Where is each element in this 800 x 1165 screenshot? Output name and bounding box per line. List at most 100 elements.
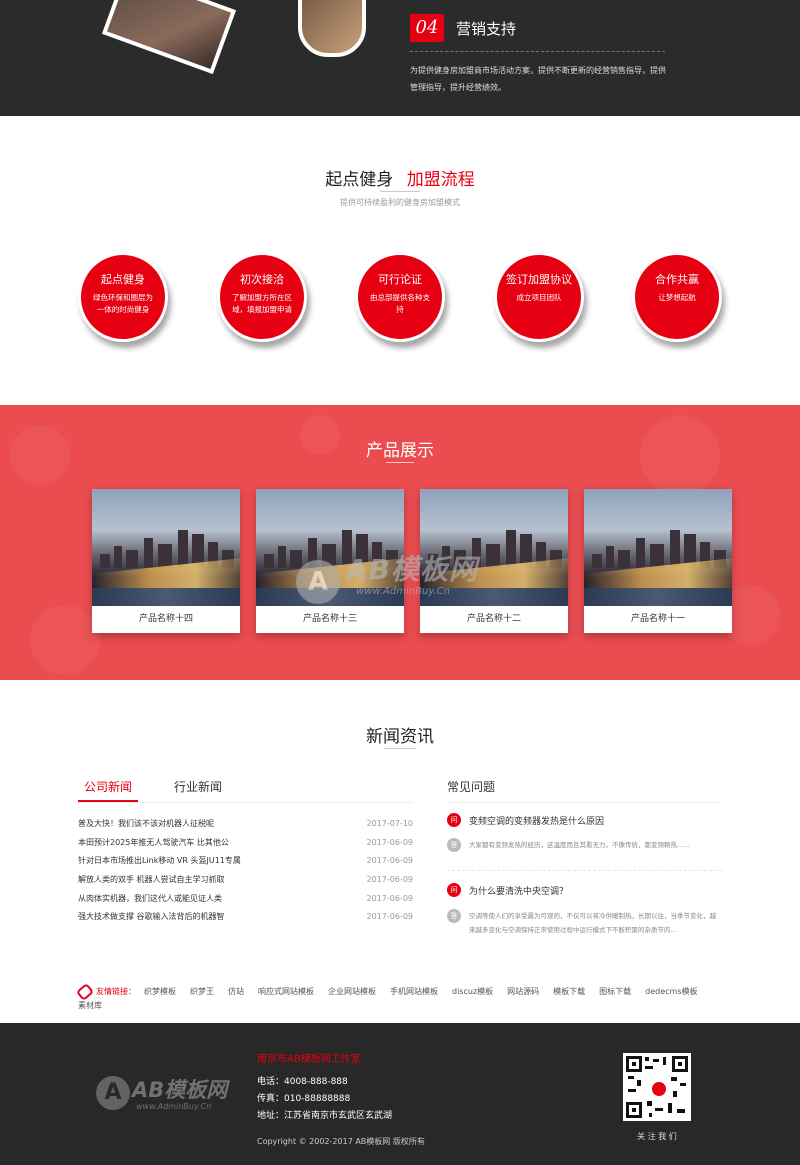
faq-separator <box>447 870 722 871</box>
product-card[interactable]: 产品名称十一 <box>584 489 732 633</box>
footer-logo-url: www.AdminBuy.Cn <box>136 1102 212 1111</box>
friend-link[interactable]: 织梦王 <box>190 987 214 996</box>
news-list-item[interactable]: 针对日本市场推出Link移动 VR 头盔JU11专属 2017-06-09 <box>78 852 413 870</box>
news-item-date: 2017-06-09 <box>366 894 414 903</box>
process-title-divider <box>380 191 420 192</box>
news-item-title[interactable]: 本田预计2025年推无人驾驶汽车 比其他公 <box>78 838 229 847</box>
news-item-date: 2017-06-09 <box>366 838 414 847</box>
marketing-banner <box>0 0 800 116</box>
marketing-description: 为提供健身房加盟商市场活动方案，提供不断更新的经营销售指导，提供管理指导，提升经… <box>410 66 666 92</box>
footer-fax: 传真：010-88888888 <box>257 1094 351 1104</box>
friend-link[interactable]: 模板下载 <box>553 987 585 996</box>
product-title: 产品展示 <box>366 441 434 461</box>
news-item-title[interactable]: 从肉体实机器，我们这代人或能见证人类 <box>78 894 222 903</box>
process-step-5[interactable]: 合作共赢 让梦想起航 <box>632 252 722 342</box>
process-step-3[interactable]: 可行论证 由总部提供各种支持 <box>355 252 445 342</box>
faq-answer: 大家都有变频发热的经历，这温度而且其看无力，不像传统，都变频颗热...... <box>469 841 690 849</box>
banner-photo <box>101 0 237 75</box>
news-item-title[interactable]: 普及大快！我们该不该对机器人征税呢 <box>78 819 214 828</box>
question-icon: 问 <box>447 813 461 827</box>
link-icon <box>75 982 95 1001</box>
process-step-desc: 了解加盟方所在区域，填报加盟申请 <box>232 293 292 314</box>
news-list-item[interactable]: 从肉体实机器，我们这代人或能见证人类 2017-06-09 <box>78 890 413 908</box>
process-step-desc: 绿色环保和圈层为一体的时尚健身 <box>93 293 153 314</box>
watermark-logo-icon: A <box>296 560 340 604</box>
footer-phone: 电话：4008-888-888 <box>257 1077 348 1087</box>
friend-link[interactable]: 素材库 <box>78 1001 102 1010</box>
process-title-accent: 加盟流程 <box>406 170 475 190</box>
process-step-title: 起点健身 <box>101 273 145 286</box>
friend-links: 友情链接： 织梦模板 织梦王 仿站 响应式网站模板 企业网站模板 手机网站模板 discuz模… <box>75 982 718 1013</box>
friend-link[interactable]: dedecms模板 <box>645 987 697 996</box>
footer-logo[interactable]: A AB模板网 www.AdminBuy.Cn <box>96 1076 246 1116</box>
answer-icon: 答 <box>447 838 461 852</box>
friend-link[interactable]: 网站源码 <box>507 987 539 996</box>
qr-caption: 关 注 我 们 <box>637 1132 677 1141</box>
process-title-main: 起点健身 <box>325 170 394 190</box>
watermark-logo: A AB模板网 www.AdminBuy.Cn <box>296 548 506 618</box>
news-item-date: 2017-06-09 <box>366 912 414 921</box>
news-list-item[interactable]: 普及大快！我们该不该对机器人征税呢 2017-07-10 <box>78 815 413 833</box>
process-step-desc: 由总部提供各种支持 <box>370 293 430 314</box>
tab-industry-news[interactable]: 行业新闻 <box>174 778 222 795</box>
faq-question[interactable]: 变频空调的变频器发热是什么原因 <box>469 814 604 827</box>
news-list-item[interactable]: 本田预计2025年推无人驾驶汽车 比其他公 2017-06-09 <box>78 834 413 852</box>
process-title: 起点健身 加盟流程 <box>0 165 800 190</box>
watermark-brand: AB模板网 <box>346 553 479 586</box>
tab-rule <box>78 802 413 803</box>
process-step-title: 签订加盟协议 <box>506 273 572 286</box>
answer-icon: 答 <box>447 909 461 923</box>
news-title-divider <box>384 748 416 749</box>
friend-link[interactable]: 企业网站模板 <box>328 987 376 996</box>
footer-copyright: Copyright © 2002-2017 AB模板网 版权所有 <box>257 1137 425 1146</box>
news-item-date: 2017-06-09 <box>366 856 414 865</box>
process-step-title: 可行论证 <box>378 273 422 286</box>
process-step-1[interactable]: 起点健身 绿色环保和圈层为一体的时尚健身 <box>78 252 168 342</box>
news-list-item[interactable]: 解放人类的双手 机器人尝试自主学习抓取 2017-06-09 <box>78 871 413 889</box>
product-image[interactable] <box>92 489 240 606</box>
product-title-divider <box>386 462 414 463</box>
news-item-title[interactable]: 强大技术做支撑 谷歌输入法背后的机器智 <box>78 912 225 921</box>
friend-link[interactable]: 响应式网站模板 <box>258 987 314 996</box>
friend-link[interactable]: 图标下载 <box>599 987 631 996</box>
process-step-desc: 让梦想起航 <box>658 293 696 302</box>
footer-logo-icon: A <box>96 1076 130 1110</box>
product-name[interactable]: 产品名称十四 <box>92 606 240 633</box>
tab-active-indicator <box>78 800 138 802</box>
process-step-4[interactable]: 签订加盟协议 成立项目团队 <box>494 252 584 342</box>
faq-answer: 空调等使人们的享受最为可观的，不仅可以将冷供暖制热，长期以往，当季节变化，越来越… <box>469 912 716 934</box>
friend-link[interactable]: 仿站 <box>228 987 244 996</box>
marketing-divider <box>410 51 665 52</box>
faq-rule <box>447 802 722 803</box>
watermark-url: www.AdminBuy.Cn <box>356 586 450 597</box>
qr-center-logo <box>650 1080 668 1098</box>
friend-link[interactable]: 织梦模板 <box>144 987 176 996</box>
product-image[interactable] <box>584 489 732 606</box>
friend-link[interactable]: discuz模板 <box>452 987 493 996</box>
process-step-title: 初次接洽 <box>240 273 284 286</box>
friend-link[interactable]: 手机网站模板 <box>390 987 438 996</box>
question-icon: 问 <box>447 883 461 897</box>
marketing-number-badge: 04 <box>410 14 444 42</box>
marketing-title: 营销支持 <box>456 20 517 38</box>
process-subtitle: 提供可持续盈利的健身房加盟模式 <box>340 198 460 207</box>
news-item-title[interactable]: 针对日本市场推出Link移动 VR 头盔JU11专属 <box>78 856 241 865</box>
friend-links-label: 友情链接： <box>96 987 136 996</box>
news-item-title[interactable]: 解放人类的双手 机器人尝试自主学习抓取 <box>78 875 225 884</box>
footer-logo-text: AB模板网 <box>132 1078 228 1102</box>
tab-company-news[interactable]: 公司新闻 <box>84 778 132 795</box>
product-name[interactable]: 产品名称十一 <box>584 606 732 633</box>
news-title: 新闻资讯 <box>366 727 434 747</box>
faq-question[interactable]: 为什么要清洗中央空调？ <box>469 884 568 897</box>
news-item-date: 2017-07-10 <box>366 819 414 828</box>
footer-company: 南京市AB模板网工作室 <box>257 1054 361 1065</box>
process-step-title: 合作共赢 <box>655 273 699 286</box>
process-step-2[interactable]: 初次接洽 了解加盟方所在区域，填报加盟申请 <box>217 252 307 342</box>
banner-photo-small <box>298 0 366 57</box>
faq-title: 常见问题 <box>447 780 496 794</box>
product-card[interactable]: 产品名称十四 <box>92 489 240 633</box>
news-item-date: 2017-06-09 <box>366 875 414 884</box>
news-list-item[interactable]: 强大技术做支撑 谷歌输入法背后的机器智 2017-06-09 <box>78 908 413 926</box>
process-step-desc: 成立项目团队 <box>516 293 562 302</box>
qr-code <box>623 1053 691 1121</box>
